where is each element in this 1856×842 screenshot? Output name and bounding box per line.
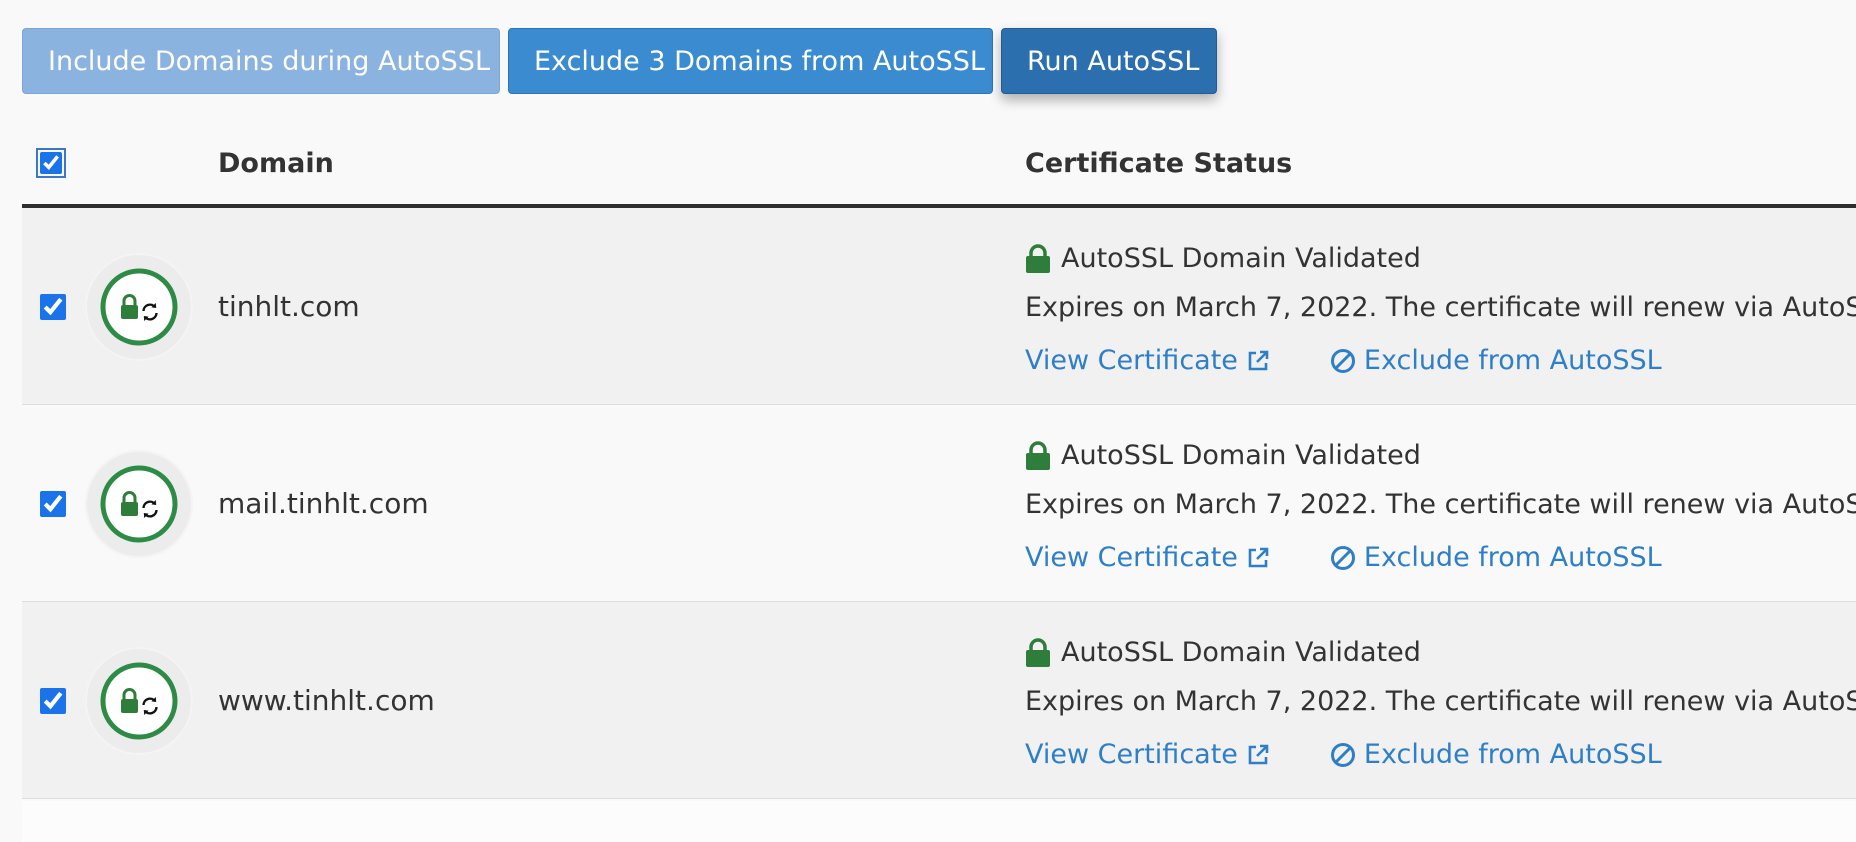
lock-refresh-icon <box>85 450 193 558</box>
view-certificate-label: View Certificate <box>1025 345 1238 376</box>
row-checkbox[interactable] <box>40 491 66 517</box>
view-certificate-link[interactable]: View Certificate <box>1025 739 1270 770</box>
status-text: AutoSSL Domain Validated <box>1061 637 1421 668</box>
domain-name: www.tinhlt.com <box>218 684 435 717</box>
table-footer-space <box>22 801 1856 842</box>
external-link-icon <box>1248 547 1269 567</box>
run-autossl-button[interactable]: Run AutoSSL <box>1001 28 1217 94</box>
table-row: tinhlt.com AutoSSL Domain Validated Expi… <box>22 208 1856 405</box>
toolbar: Include Domains during AutoSSL Exclude 3… <box>22 28 1217 94</box>
row-checkbox[interactable] <box>40 294 66 320</box>
expiry-text: Expires on March 7, 2022. The certificat… <box>1025 686 1856 717</box>
exclude-from-autossl-link[interactable]: Exclude from AutoSSL <box>1330 739 1662 770</box>
lock-icon <box>1026 637 1050 667</box>
view-certificate-label: View Certificate <box>1025 542 1238 573</box>
lock-icon <box>1026 243 1050 273</box>
status-text: AutoSSL Domain Validated <box>1061 440 1421 471</box>
status-validated: AutoSSL Domain Validated <box>1025 440 1421 471</box>
external-link-icon <box>1248 744 1269 764</box>
view-certificate-label: View Certificate <box>1025 739 1238 770</box>
exclude-from-autossl-link[interactable]: Exclude from AutoSSL <box>1330 542 1662 573</box>
table-row: mail.tinhlt.com AutoSSL Domain Validated… <box>22 405 1856 602</box>
table-row: www.tinhlt.com AutoSSL Domain Validated … <box>22 602 1856 799</box>
row-checkbox[interactable] <box>40 688 66 714</box>
lock-refresh-icon <box>85 647 193 755</box>
external-link-icon <box>1248 350 1269 370</box>
view-certificate-link[interactable]: View Certificate <box>1025 345 1270 376</box>
lock-icon <box>1026 440 1050 470</box>
expiry-text: Expires on March 7, 2022. The certificat… <box>1025 292 1856 323</box>
exclude-domains-button[interactable]: Exclude 3 Domains from AutoSSL <box>508 28 993 94</box>
exclude-label: Exclude from AutoSSL <box>1363 542 1662 573</box>
exclude-label: Exclude from AutoSSL <box>1363 739 1662 770</box>
select-all-checkbox[interactable] <box>36 148 66 178</box>
row-actions: View Certificate Exclude from AutoSSL <box>1025 345 1662 376</box>
status-validated: AutoSSL Domain Validated <box>1025 637 1421 668</box>
status-text: AutoSSL Domain Validated <box>1061 243 1421 274</box>
ban-icon <box>1330 545 1355 570</box>
view-certificate-link[interactable]: View Certificate <box>1025 542 1270 573</box>
domain-name: tinhlt.com <box>218 290 360 323</box>
expiry-text: Expires on March 7, 2022. The certificat… <box>1025 489 1856 520</box>
exclude-from-autossl-link[interactable]: Exclude from AutoSSL <box>1330 345 1662 376</box>
ban-icon <box>1330 348 1355 373</box>
column-header-domain: Domain <box>218 148 334 179</box>
domain-name: mail.tinhlt.com <box>218 487 429 520</box>
row-actions: View Certificate Exclude from AutoSSL <box>1025 739 1662 770</box>
include-domains-button[interactable]: Include Domains during AutoSSL <box>22 28 500 94</box>
row-actions: View Certificate Exclude from AutoSSL <box>1025 542 1662 573</box>
ban-icon <box>1330 742 1355 767</box>
column-header-certificate-status: Certificate Status <box>1025 148 1293 179</box>
exclude-label: Exclude from AutoSSL <box>1363 345 1662 376</box>
lock-refresh-icon <box>85 253 193 361</box>
status-validated: AutoSSL Domain Validated <box>1025 243 1421 274</box>
table-header: Domain Certificate Status <box>22 130 1856 208</box>
domains-table: Domain Certificate Status tinhlt.com Aut… <box>22 130 1856 799</box>
